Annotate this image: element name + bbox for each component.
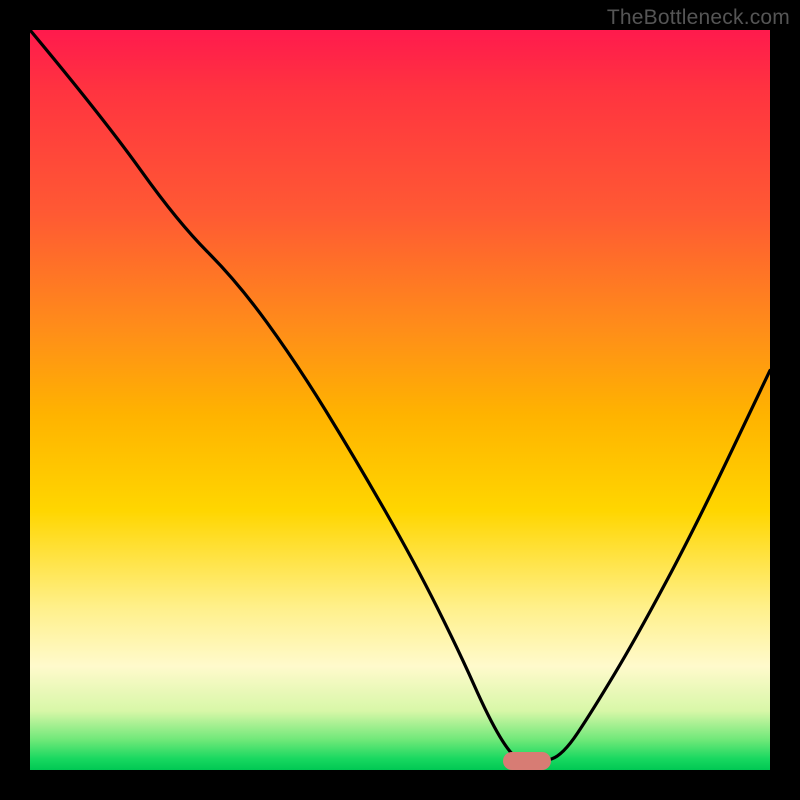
plot-area <box>30 30 770 770</box>
watermark-text: TheBottleneck.com <box>607 6 790 30</box>
curve-path <box>30 30 770 763</box>
bottleneck-curve <box>30 30 770 770</box>
chart-frame: TheBottleneck.com <box>0 0 800 800</box>
optimal-marker <box>503 752 551 770</box>
